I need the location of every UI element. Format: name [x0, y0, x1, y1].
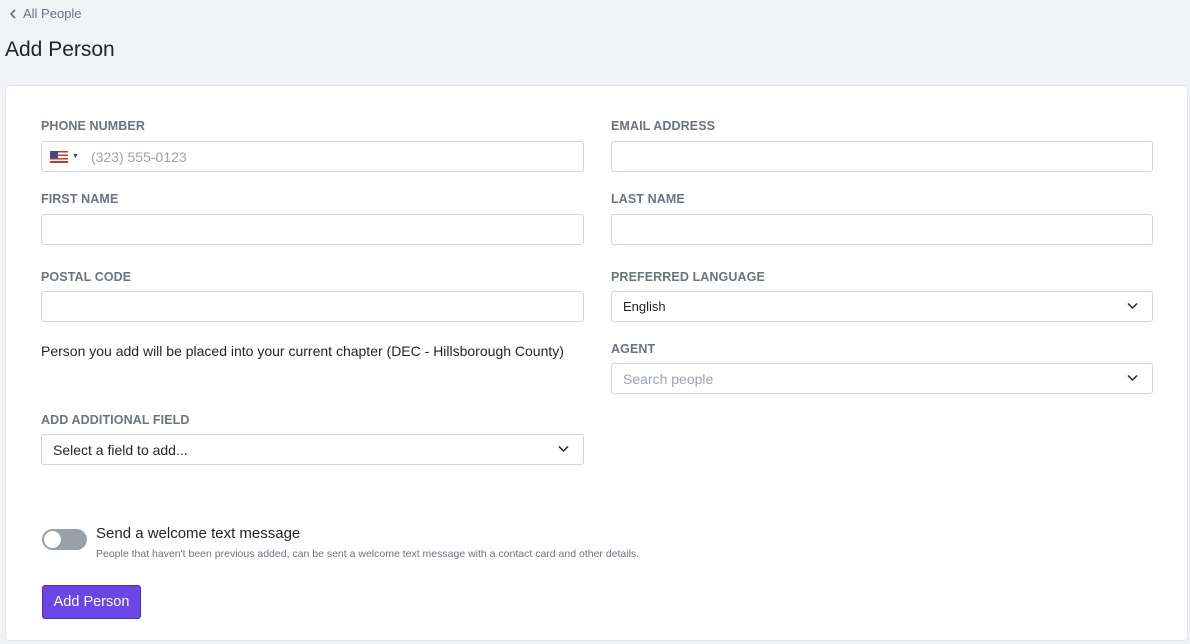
welcome-text-description: People that haven't been previous added,…	[96, 548, 640, 560]
email-address-field[interactable]	[611, 141, 1153, 172]
chapter-notice: Person you add will be placed into your …	[41, 343, 564, 359]
add-additional-field-label: ADD ADDITIONAL FIELD	[41, 413, 190, 427]
add-additional-field-select[interactable]: Select a field to add...	[41, 434, 584, 465]
agent-label: AGENT	[611, 342, 656, 356]
caret-down-icon: ▼	[72, 153, 79, 160]
add-additional-field-value: Select a field to add...	[53, 441, 188, 458]
toggle-knob	[44, 531, 61, 548]
chevron-down-icon	[558, 445, 569, 453]
preferred-language-label: PREFERRED LANGUAGE	[611, 270, 765, 284]
last-name-field[interactable]	[611, 214, 1153, 245]
add-person-form: PHONE NUMBER ▼ (323) 555-0123 EMAIL ADDR…	[5, 85, 1188, 641]
us-flag-icon	[50, 150, 68, 163]
add-person-button[interactable]: Add Person	[42, 585, 141, 619]
phone-number-placeholder: (323) 555-0123	[90, 148, 187, 165]
chevron-down-icon	[1127, 374, 1138, 382]
chevron-left-icon	[9, 8, 16, 19]
back-link-label: All People	[23, 6, 82, 21]
agent-search-select[interactable]: Search people	[611, 363, 1153, 394]
first-name-label: FIRST NAME	[41, 192, 119, 206]
back-link-all-people[interactable]: All People	[9, 6, 82, 21]
last-name-label: LAST NAME	[611, 192, 685, 206]
page-title: Add Person	[5, 38, 115, 61]
postal-code-label: POSTAL CODE	[41, 270, 132, 284]
email-address-label: EMAIL ADDRESS	[611, 119, 716, 133]
phone-number-field[interactable]: ▼ (323) 555-0123	[41, 141, 584, 172]
welcome-text-toggle[interactable]	[42, 529, 87, 550]
phone-number-label: PHONE NUMBER	[41, 119, 145, 133]
chevron-down-icon	[1127, 302, 1138, 310]
preferred-language-value: English	[623, 299, 666, 314]
preferred-language-select[interactable]: English	[611, 291, 1153, 322]
first-name-field[interactable]	[41, 214, 584, 245]
country-code-select[interactable]: ▼	[50, 150, 79, 163]
welcome-text-title: Send a welcome text message	[96, 525, 301, 542]
agent-search-placeholder: Search people	[623, 370, 714, 387]
postal-code-field[interactable]	[41, 291, 584, 322]
